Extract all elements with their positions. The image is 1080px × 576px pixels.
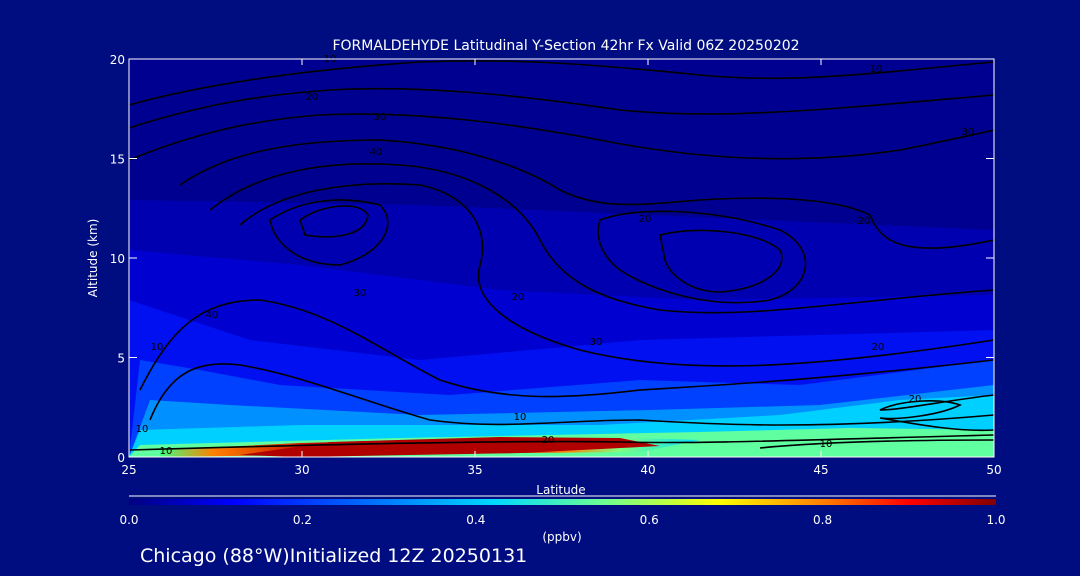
y-tick-label: 5 <box>117 352 125 366</box>
contour-label: 30 <box>962 127 975 138</box>
contour-label: 20 <box>306 92 319 103</box>
contour-label: 10 <box>160 446 173 457</box>
chart-title: FORMALDEHYDE Latitudinal Y-Section 42hr … <box>332 38 799 54</box>
colorbar-tick-label: 0.4 <box>466 513 485 527</box>
colorbar-unit: (ppbv) <box>542 530 581 544</box>
colorbar-tick-label: 1.0 <box>986 513 1005 527</box>
contour-label: 10 <box>136 424 149 435</box>
contour-label: 30 <box>354 288 367 299</box>
x-tick-label: 45 <box>813 463 828 477</box>
footer-text: Chicago (88°W)Initialized 12Z 20250131 <box>140 545 527 567</box>
colorbar-tick-label: 0.6 <box>640 513 659 527</box>
colorbar-tick-label: 0.0 <box>119 513 138 527</box>
contour-label: 20 <box>542 435 555 446</box>
chart: 10 20 30 40 20 30 40 20 10 30 20 10 20 30 20 20 10 10 10 10… <box>86 38 1006 567</box>
x-tick-label: 50 <box>986 463 1001 477</box>
y-tick-label: 20 <box>110 53 125 67</box>
x-tick-label: 25 <box>121 463 136 477</box>
contour-label: 30 <box>374 112 387 123</box>
contour-label: 20 <box>872 342 885 353</box>
colorbar-tick-label: 0.8 <box>813 513 832 527</box>
contour-label: 20 <box>858 216 871 227</box>
y-tick-label: 10 <box>110 252 125 266</box>
contour-label: 20 <box>639 214 652 225</box>
contour-label: 10 <box>820 439 833 450</box>
y-axis-label: Altitude (km) <box>86 219 100 298</box>
x-tick-label: 30 <box>294 463 309 477</box>
contour-label: 20 <box>512 292 525 303</box>
contour-label: 20 <box>909 394 922 405</box>
y-tick-label: 0 <box>117 451 125 465</box>
contour-label: 40 <box>206 310 219 321</box>
contour-label: 40 <box>370 147 383 158</box>
colorbar <box>129 499 996 505</box>
colorbar-tick-label: 0.2 <box>293 513 312 527</box>
x-axis-label: Latitude <box>536 483 585 497</box>
x-tick-label: 35 <box>467 463 482 477</box>
colorbar-ticks: 0.0 0.2 0.4 0.6 0.8 1.0 <box>119 513 1005 527</box>
concentration-field <box>129 200 994 457</box>
y-tick-label: 15 <box>110 153 125 167</box>
contour-label: 30 <box>590 337 603 348</box>
x-tick-label: 40 <box>640 463 655 477</box>
contour-label: 10 <box>151 342 164 353</box>
contour-label: 10 <box>514 412 527 423</box>
contour-label: 10 <box>870 64 883 75</box>
